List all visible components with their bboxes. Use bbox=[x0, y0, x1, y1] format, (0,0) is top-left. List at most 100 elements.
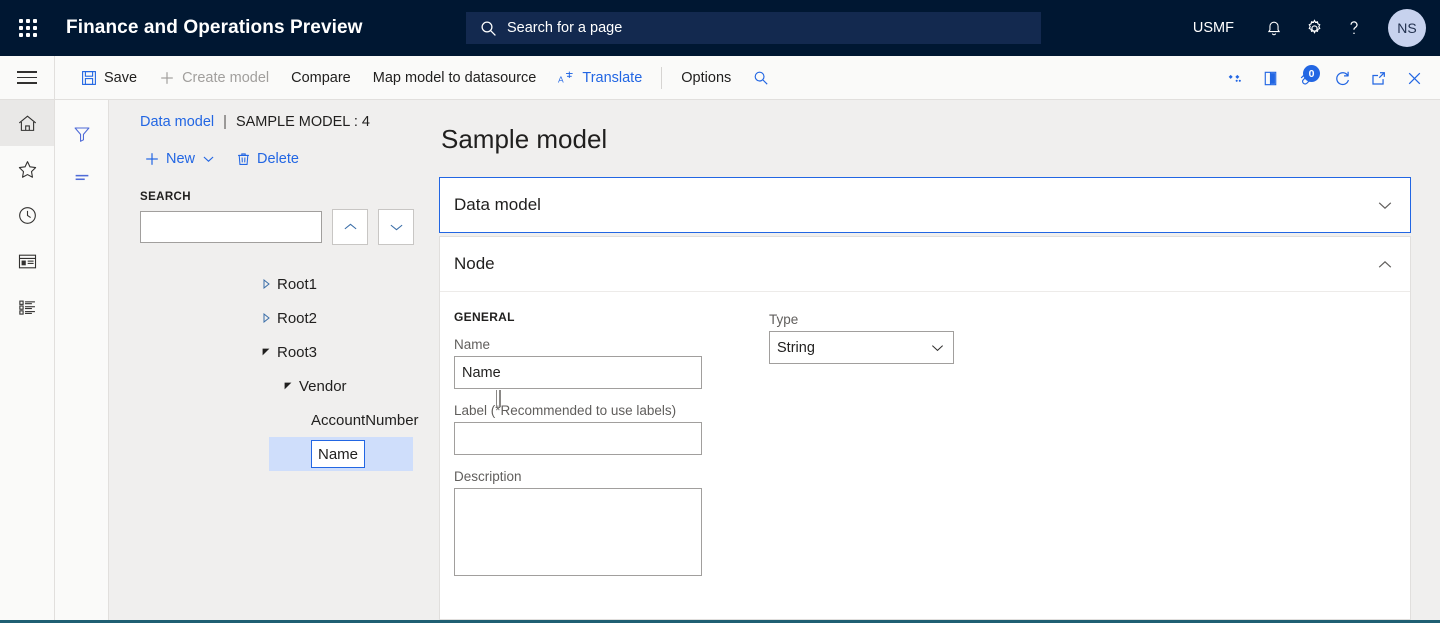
tree-item-root3[interactable]: Root3 bbox=[109, 335, 435, 369]
sidebar-item-favorites[interactable] bbox=[0, 146, 54, 192]
sidebar-item-recent[interactable] bbox=[0, 192, 54, 238]
search-input[interactable] bbox=[140, 211, 322, 243]
app-launcher-icon[interactable] bbox=[0, 0, 56, 56]
map-model-to-datasource-button[interactable]: Map model to datasource bbox=[362, 62, 548, 94]
navigation-rail bbox=[0, 100, 55, 623]
field-description-label: Description bbox=[454, 469, 754, 484]
section-node-header[interactable]: Node bbox=[440, 237, 1410, 291]
save-icon bbox=[81, 70, 97, 86]
hamburger-menu-icon[interactable] bbox=[0, 56, 55, 99]
refresh-icon[interactable] bbox=[1324, 60, 1360, 96]
section-node: Node GENERAL Name bbox=[439, 236, 1411, 620]
command-bar-right-group: 0 bbox=[1216, 56, 1432, 100]
top-nav-right-group: USMF NS bbox=[1193, 0, 1440, 56]
field-name-label: Name bbox=[454, 337, 754, 352]
lines-icon[interactable] bbox=[55, 156, 108, 200]
description-textarea[interactable] bbox=[454, 488, 702, 576]
breadcrumb-link[interactable]: Data model bbox=[140, 114, 214, 130]
chevron-right-icon[interactable] bbox=[255, 313, 277, 323]
new-label: New bbox=[166, 151, 195, 167]
compare-label: Compare bbox=[291, 70, 351, 86]
search-row bbox=[140, 209, 435, 245]
new-button[interactable]: New bbox=[140, 144, 222, 174]
filter-funnel-icon[interactable] bbox=[55, 112, 108, 156]
tree-item-name[interactable]: Name bbox=[269, 437, 413, 471]
chevron-down-icon bbox=[203, 155, 214, 163]
command-bar: Save Create model Compare Map model to d… bbox=[0, 56, 1440, 100]
sidebar-item-modules[interactable] bbox=[0, 284, 54, 330]
tree-item-accountnumber[interactable]: AccountNumber bbox=[109, 403, 435, 437]
model-details-panel: Sample model Data model Node bbox=[435, 100, 1440, 623]
chevron-right-icon[interactable] bbox=[255, 279, 277, 289]
svg-text:A: A bbox=[558, 74, 564, 84]
chevron-down-icon[interactable] bbox=[255, 347, 277, 357]
tree-item-rename-input[interactable]: Name bbox=[311, 440, 365, 468]
field-description: Description bbox=[454, 469, 754, 581]
general-group: GENERAL Name Label (*Recommended to use … bbox=[454, 310, 754, 595]
app-title: Finance and Operations Preview bbox=[66, 17, 363, 39]
plus-icon bbox=[159, 70, 175, 86]
command-bar-items: Save Create model Compare Map model to d… bbox=[55, 56, 780, 99]
field-label: Label (*Recommended to use labels) bbox=[454, 403, 754, 455]
tree-command-bar: New bbox=[140, 144, 435, 174]
personalize-icon[interactable] bbox=[1216, 60, 1252, 96]
content-area: Data model | SAMPLE MODEL : 4 New bbox=[109, 100, 1440, 623]
field-type-label: Type bbox=[769, 312, 1396, 327]
bell-icon[interactable] bbox=[1256, 10, 1292, 46]
compare-button[interactable]: Compare bbox=[280, 62, 362, 94]
avatar[interactable]: NS bbox=[1388, 9, 1426, 47]
section-data-model: Data model bbox=[439, 177, 1411, 233]
page-options-icon[interactable] bbox=[1252, 60, 1288, 96]
command-separator bbox=[661, 67, 662, 89]
options-label: Options bbox=[681, 70, 731, 86]
attachments-icon[interactable]: 0 bbox=[1288, 60, 1324, 96]
map-model-label: Map model to datasource bbox=[373, 70, 537, 86]
breadcrumb-current: SAMPLE MODEL : 4 bbox=[236, 114, 370, 130]
section-node-body: GENERAL Name Label (*Recommended to use … bbox=[440, 291, 1410, 619]
search-next-button[interactable] bbox=[378, 209, 414, 245]
save-button[interactable]: Save bbox=[70, 62, 148, 94]
name-input[interactable] bbox=[454, 356, 702, 389]
tree-item-root1[interactable]: Root1 bbox=[109, 267, 435, 301]
chevron-down-icon[interactable] bbox=[1378, 201, 1392, 210]
sidebar-item-home[interactable] bbox=[0, 100, 54, 146]
translate-button[interactable]: A Translate bbox=[547, 62, 653, 94]
global-search-box[interactable]: Search for a page bbox=[466, 12, 1041, 44]
question-mark-icon[interactable] bbox=[1336, 10, 1372, 46]
open-in-new-window-icon[interactable] bbox=[1360, 60, 1396, 96]
trash-icon bbox=[236, 151, 251, 167]
filter-rail bbox=[55, 100, 109, 623]
delete-button[interactable]: Delete bbox=[232, 144, 307, 174]
search-previous-button[interactable] bbox=[332, 209, 368, 245]
options-button[interactable]: Options bbox=[670, 62, 742, 94]
sidebar-item-workspaces[interactable] bbox=[0, 238, 54, 284]
section-title: Data model bbox=[454, 195, 541, 215]
create-model-label: Create model bbox=[182, 70, 269, 86]
create-model-button[interactable]: Create model bbox=[148, 62, 280, 94]
page-body: Data model | SAMPLE MODEL : 4 New bbox=[0, 100, 1440, 623]
chevron-up-icon[interactable] bbox=[1378, 260, 1392, 269]
tree-item-vendor[interactable]: Vendor bbox=[109, 369, 435, 403]
type-group: Type String bbox=[754, 310, 1396, 595]
gear-icon[interactable] bbox=[1296, 10, 1332, 46]
field-name: Name bbox=[454, 337, 754, 389]
chevron-down-icon[interactable] bbox=[277, 381, 299, 391]
breadcrumb-separator: | bbox=[223, 114, 227, 130]
command-search-button[interactable] bbox=[742, 62, 780, 94]
chevron-down-icon bbox=[931, 344, 944, 352]
breadcrumb: Data model | SAMPLE MODEL : 4 bbox=[140, 114, 435, 130]
close-icon[interactable] bbox=[1396, 60, 1432, 96]
save-label: Save bbox=[104, 70, 137, 86]
tree-item-label: Name bbox=[318, 446, 358, 463]
plus-icon bbox=[144, 151, 160, 167]
panel-splitter[interactable] bbox=[494, 387, 502, 409]
tree-item-label: Root2 bbox=[277, 310, 317, 327]
section-data-model-header[interactable]: Data model bbox=[440, 178, 1410, 232]
group-header: GENERAL bbox=[454, 310, 754, 324]
label-input[interactable] bbox=[454, 422, 702, 455]
type-select[interactable]: String bbox=[769, 331, 954, 364]
translate-label: Translate bbox=[582, 70, 642, 86]
tree-item-root2[interactable]: Root2 bbox=[109, 301, 435, 335]
company-selector[interactable]: USMF bbox=[1193, 20, 1234, 36]
search-icon bbox=[480, 20, 497, 37]
